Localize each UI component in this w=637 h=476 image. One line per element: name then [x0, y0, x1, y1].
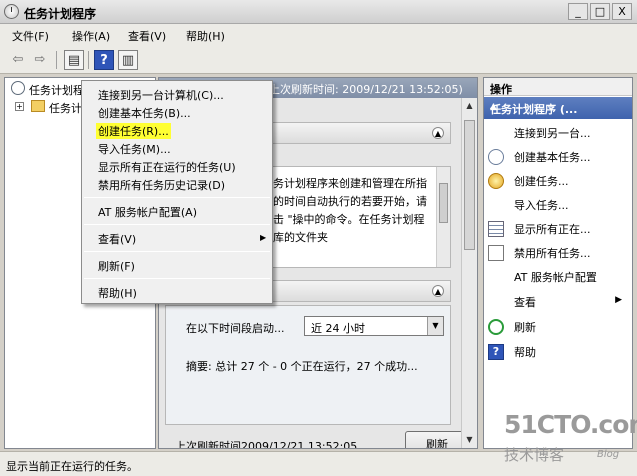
action-refresh[interactable]: 刷新 — [484, 315, 632, 339]
help-icon: ? — [488, 344, 504, 360]
refresh-icon — [488, 319, 504, 335]
menu-view[interactable]: 查看(V) — [128, 28, 166, 44]
action-label: 导入任务... — [514, 199, 569, 212]
maximize-button[interactable]: □ — [590, 3, 610, 20]
menu-separator — [84, 224, 270, 225]
collapse-arrow-icon[interactable]: ▲ — [490, 102, 626, 112]
action-label: 禁用所有任务... — [514, 247, 591, 260]
action-label: 连接到另一台... — [514, 127, 591, 140]
folder-icon — [31, 100, 45, 112]
action-label: 查看 — [514, 296, 536, 309]
scroll-thumb[interactable] — [464, 120, 475, 250]
menu-separator — [84, 251, 270, 252]
action-label: 刷新 — [514, 321, 536, 334]
ctx-connect[interactable]: 连接到另一台计算机(C)... — [98, 87, 224, 103]
menu-separator — [84, 197, 270, 198]
period-value: 近 24 小时 — [311, 322, 365, 335]
watermark-site: 51CTO.com — [504, 410, 637, 439]
submenu-arrow-icon: ▶ — [260, 233, 267, 242]
toolbar-separator — [56, 51, 57, 69]
action-create-task[interactable]: 创建任务... — [484, 169, 632, 193]
scroll-up-icon[interactable]: ▲ — [462, 98, 477, 114]
forward-arrow-icon[interactable]: ⇨ — [30, 50, 50, 70]
menu-action[interactable]: 操作(A) — [72, 28, 110, 44]
menu-help[interactable]: 帮助(H) — [186, 28, 225, 44]
status-summary: 摘要: 总计 27 个 - 0 个正在运行，27 个成功... — [186, 360, 418, 373]
ctx-show-running[interactable]: 显示所有正在运行的任务(U) — [98, 159, 236, 175]
ctx-view[interactable]: 查看(V) — [98, 231, 136, 247]
list-icon — [488, 221, 504, 237]
action-label: 创建任务... — [514, 175, 569, 188]
show-hide-console-tree-icon[interactable]: ▤ — [64, 50, 84, 70]
action-create-basic-task[interactable]: 创建基本任务... — [484, 145, 632, 169]
watermark-blog: Blog — [597, 449, 620, 460]
last-refresh-label: 上次刷新时间2009/12/21 13:52:05 — [175, 440, 358, 449]
actions-title: 操作 — [490, 83, 512, 96]
disable-icon — [488, 245, 504, 261]
menu-bar: 文件(F) 操作(A) 查看(V) 帮助(H) — [0, 24, 637, 46]
action-disable-history[interactable]: 禁用所有任务... — [484, 241, 632, 265]
action-import-task[interactable]: 导入任务... — [484, 193, 632, 217]
ctx-disable-history[interactable]: 禁用所有任务历史记录(D) — [98, 177, 225, 193]
ctx-help[interactable]: 帮助(H) — [98, 285, 137, 301]
action-label: 显示所有正在... — [514, 223, 591, 236]
status-period-label: 在以下时间段启动... — [186, 322, 285, 335]
ctx-at-service[interactable]: AT 服务帐户配置(A) — [98, 204, 197, 220]
context-menu: 连接到另一台计算机(C)... 创建基本任务(B)... 创建任务(R)... … — [81, 80, 273, 304]
close-button[interactable]: X — [612, 3, 632, 20]
ctx-refresh[interactable]: 刷新(F) — [98, 258, 135, 274]
show-hide-action-pane-icon[interactable]: ▥ — [118, 50, 138, 70]
back-arrow-icon[interactable]: ⇦ — [8, 50, 28, 70]
window-title: 任务计划程序 — [24, 7, 97, 21]
action-show-running[interactable]: 显示所有正在... — [484, 217, 632, 241]
menu-file[interactable]: 文件(F) — [12, 28, 49, 44]
dropdown-arrow-icon[interactable]: ▼ — [427, 317, 443, 335]
minimize-button[interactable]: _ — [568, 3, 588, 20]
actions-section-header[interactable]: 任务计划程序 (... ▲ — [484, 97, 632, 119]
task-status-panel: 在以下时间段启动... 近 24 小时 ▼ 摘要: 总计 27 个 - 0 个正… — [165, 305, 451, 425]
center-scrollbar[interactable]: ▲ ▼ — [461, 98, 477, 448]
collapse-icon[interactable]: ▲ — [432, 285, 444, 297]
action-at-service[interactable]: AT 服务帐户配置 — [484, 265, 632, 289]
submenu-arrow-icon: ▶ — [615, 295, 622, 305]
ctx-create-basic-task[interactable]: 创建基本任务(B)... — [98, 105, 191, 121]
action-label: 帮助 — [514, 346, 536, 359]
overview-text: 任务计划程序来创建和管理在所指定的时间自动执行的若要开始，请单击 "操中的命令。… — [262, 177, 427, 244]
ctx-create-task[interactable]: 创建任务(R)... — [96, 123, 171, 139]
scroll-thumb[interactable] — [439, 183, 448, 223]
ctx-import-task[interactable]: 导入任务(M)... — [98, 141, 171, 157]
menu-separator — [84, 278, 270, 279]
scroll-down-icon[interactable]: ▼ — [462, 432, 477, 448]
action-help[interactable]: ? 帮助 — [484, 340, 632, 364]
clock-icon — [11, 81, 25, 95]
overview-scrollbar[interactable] — [436, 167, 450, 267]
actions-pane: 操作 任务计划程序 (... ▲ 连接到另一台... 创建基本任务... 创建任… — [483, 77, 633, 449]
action-view[interactable]: 查看 ▶ — [484, 290, 632, 314]
help-icon[interactable]: ? — [94, 50, 114, 70]
action-label: AT 服务帐户配置 — [514, 271, 597, 284]
new-task-icon — [488, 173, 504, 189]
toolbar-separator — [88, 51, 89, 69]
title-bar: 任务计划程序 _ □ X — [0, 0, 637, 24]
actions-header: 操作 — [484, 78, 632, 96]
watermark-sub: 技术博客 — [504, 446, 565, 464]
toolbar: ⇦ ⇨ ▤ ? ▥ — [0, 46, 637, 74]
expand-icon[interactable]: + — [15, 102, 24, 111]
action-label: 创建基本任务... — [514, 151, 591, 164]
period-select[interactable]: 近 24 小时 ▼ — [304, 316, 444, 336]
last-refresh-header: 上次刷新时间: 2009/12/21 13:52:05) — [269, 83, 463, 96]
calendar-clock-icon — [488, 149, 504, 165]
task-scheduler-clock-icon — [4, 4, 19, 19]
status-text: 显示当前正在运行的任务。 — [6, 460, 138, 473]
action-connect[interactable]: 连接到另一台... — [484, 121, 632, 145]
collapse-icon[interactable]: ▲ — [432, 127, 444, 139]
refresh-button[interactable]: 刷新 — [405, 431, 469, 448]
